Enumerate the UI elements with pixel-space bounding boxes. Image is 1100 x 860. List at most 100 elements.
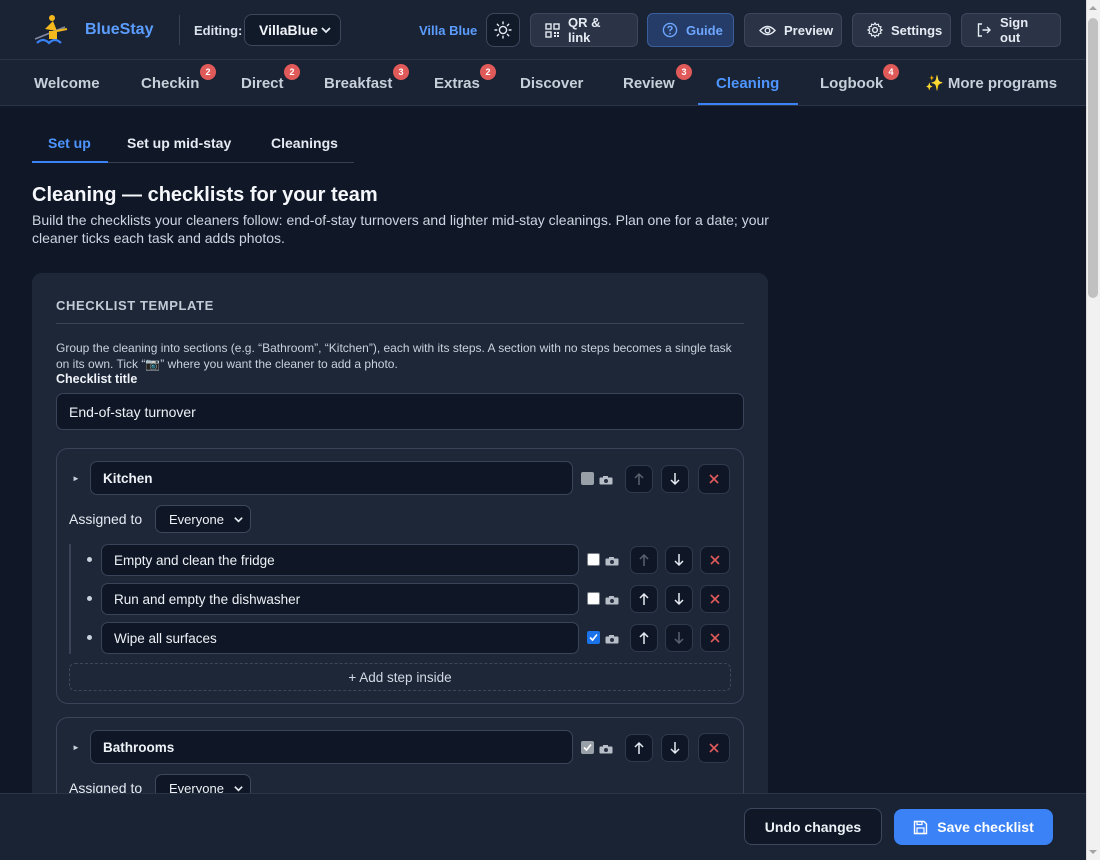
checklist-title-value: End-of-stay turnover <box>69 403 196 420</box>
property-select[interactable]: VillaBlue <box>244 14 341 46</box>
step-input[interactable]: Wipe all surfaces <box>101 622 579 654</box>
step-input[interactable]: Empty and clean the fridge <box>101 544 579 576</box>
step-delete-button[interactable] <box>700 546 730 574</box>
save-checklist-button[interactable]: Save checklist <box>894 809 1053 845</box>
scroll-up-arrow-icon[interactable] <box>1089 4 1097 12</box>
camera-icon <box>605 596 619 605</box>
step-text: Empty and clean the fridge <box>114 552 275 568</box>
arrow-up-icon <box>634 741 644 754</box>
subtab-cleanings[interactable]: Cleanings <box>271 135 338 151</box>
tab-more-programs[interactable]: ✨ More programs <box>925 60 1057 106</box>
step-delete-button[interactable] <box>700 624 730 652</box>
tab-extras[interactable]: Extras <box>434 60 480 106</box>
step-move-down-button[interactable] <box>665 585 693 613</box>
tab-breakfast[interactable]: Breakfast <box>324 60 392 106</box>
preview-button[interactable]: Preview <box>744 13 842 47</box>
step-move-up-button[interactable] <box>630 585 658 613</box>
move-down-button[interactable] <box>661 734 689 762</box>
delete-section-button[interactable] <box>698 733 730 763</box>
tab-label: Logbook <box>820 74 884 92</box>
qr-code-icon <box>545 22 560 38</box>
tab-review[interactable]: Review <box>623 60 675 106</box>
tab-badge-checkin: 2 <box>200 64 216 80</box>
arrow-down-icon <box>674 554 684 567</box>
step-move-up-button[interactable] <box>630 546 658 574</box>
checkmark-icon <box>583 743 592 752</box>
step-move-down-button[interactable] <box>665 546 693 574</box>
checklist-title-label: Checklist title <box>56 372 138 386</box>
add-step-button[interactable]: + Add step inside <box>69 663 731 691</box>
step-photo-checkbox[interactable] <box>587 592 600 605</box>
sign-out-button[interactable]: Sign out <box>961 13 1061 47</box>
collapse-caret-icon[interactable]: ► <box>72 743 80 752</box>
tab-label: Extras <box>434 74 480 92</box>
header-divider <box>179 15 180 45</box>
step-bullet <box>87 557 92 562</box>
tab-label: Review <box>623 74 675 92</box>
settings-label: Settings <box>891 22 943 38</box>
checklist-title-input[interactable]: End-of-stay turnover <box>56 393 744 430</box>
guide-label: Guide <box>686 22 723 38</box>
save-icon <box>914 820 928 834</box>
undo-label: Undo changes <box>764 818 862 835</box>
section-photo-checkbox[interactable] <box>581 741 594 754</box>
undo-changes-button[interactable]: Undo changes <box>744 808 882 845</box>
close-icon <box>709 474 719 484</box>
tab-discover[interactable]: Discover <box>520 60 583 106</box>
qr-link-button[interactable]: QR & link <box>530 13 638 47</box>
brand-logo-icon <box>34 15 68 45</box>
move-down-button[interactable] <box>661 465 689 493</box>
qr-link-label: QR & link <box>568 15 601 45</box>
step-input[interactable]: Run and empty the dishwasher <box>101 583 579 615</box>
delete-section-button[interactable] <box>698 464 730 494</box>
move-up-button[interactable] <box>625 734 653 762</box>
section-name-input[interactable]: Bathrooms <box>90 730 573 764</box>
step-photo-checkbox[interactable] <box>587 631 600 644</box>
editing-label: Editing: <box>194 23 243 38</box>
step-delete-button[interactable] <box>700 585 730 613</box>
tab-badge-review: 3 <box>676 64 692 80</box>
card-heading: CHECKLIST TEMPLATE <box>56 298 214 313</box>
tab-badge-extras: 2 <box>480 64 496 80</box>
settings-button[interactable]: Settings <box>852 13 951 47</box>
section-photo-checkbox[interactable] <box>581 472 594 485</box>
save-label: Save checklist <box>937 819 1034 835</box>
subtab-set-up-mid-stay[interactable]: Set up mid-stay <box>127 135 231 151</box>
subtab-set-up[interactable]: Set up <box>48 135 91 151</box>
step-photo-checkbox[interactable] <box>587 553 600 566</box>
arrow-down-icon <box>670 473 680 486</box>
step-move-up-button[interactable] <box>630 624 658 652</box>
eye-icon <box>759 25 776 35</box>
tab-label: Welcome <box>34 74 100 92</box>
app-root: BlueStay Editing: VillaBlue Villa Blue Q… <box>0 0 1100 860</box>
villa-name-link[interactable]: Villa Blue <box>419 23 477 38</box>
step-text: Wipe all surfaces <box>114 630 217 646</box>
section-name-input[interactable]: Kitchen <box>90 461 573 495</box>
tab-checkin[interactable]: Checkin <box>141 60 199 106</box>
arrow-up-icon <box>634 472 644 485</box>
step-move-down-button[interactable] <box>665 624 693 652</box>
subtab-active-indicator <box>32 161 108 163</box>
assigned-to-select[interactable]: Everyone <box>155 505 251 533</box>
chevron-down-icon <box>234 517 243 523</box>
move-up-button[interactable] <box>625 465 653 493</box>
steps-rail <box>69 544 71 654</box>
arrow-up-icon <box>639 553 649 566</box>
scrollbar-thumb[interactable] <box>1088 18 1098 298</box>
close-icon <box>709 743 719 753</box>
guide-button[interactable]: Guide <box>647 13 734 47</box>
tab-logbook[interactable]: Logbook <box>820 60 883 106</box>
scroll-down-arrow-icon[interactable] <box>1089 848 1097 856</box>
tab-welcome[interactable]: Welcome <box>34 60 100 106</box>
arrow-down-icon <box>674 632 684 645</box>
tab-badge-direct: 2 <box>284 64 300 80</box>
collapse-caret-icon[interactable]: ► <box>72 474 80 483</box>
tab-label: Cleaning <box>716 74 780 92</box>
tab-direct[interactable]: Direct <box>241 60 284 106</box>
assigned-to-label: Assigned to <box>69 511 143 527</box>
tab-cleaning[interactable]: Cleaning <box>716 60 779 106</box>
step-text: Run and empty the dishwasher <box>114 591 301 607</box>
close-icon <box>710 633 720 643</box>
sign-out-label: Sign out <box>1000 15 1029 45</box>
theme-toggle-button[interactable] <box>486 13 520 47</box>
